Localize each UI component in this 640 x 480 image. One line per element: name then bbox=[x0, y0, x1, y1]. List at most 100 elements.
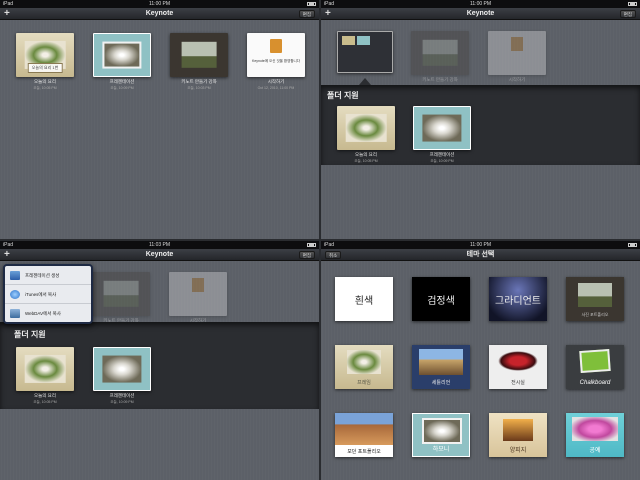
doc-date: 오늘, 10:05 PM bbox=[33, 86, 57, 90]
theme-label: 프레임 bbox=[357, 380, 371, 386]
theme-label: 하모니 bbox=[432, 447, 450, 453]
edit-button[interactable]: 편집 bbox=[298, 10, 315, 18]
theme-gradient[interactable]: 그라디언트 bbox=[489, 277, 547, 321]
tree-photo bbox=[103, 280, 139, 308]
doc-caption: 오늘의 요리 오늘, 10:05 PM bbox=[5, 393, 85, 405]
doc-inner-title: 오늘의 요리 1번 bbox=[27, 63, 63, 73]
doc-date: 오늘, 10:09 PM bbox=[430, 159, 454, 163]
doc-thumb-presentation[interactable] bbox=[93, 347, 151, 391]
theme-harmony[interactable]: 하모니 bbox=[412, 413, 470, 457]
doc-name: 시작하기 bbox=[508, 77, 526, 82]
status-bar: iPad 11:03 PM bbox=[0, 241, 319, 249]
pane-add-menu: iPad 11:03 PM + Keynote 편집 키노트 만들기 강좌 시작… bbox=[0, 241, 319, 480]
dandelion-photo bbox=[422, 418, 462, 444]
doc-thumb-cooking[interactable]: 오늘의 요리 1번 bbox=[16, 33, 74, 77]
edit-button[interactable]: 편집 bbox=[298, 251, 315, 259]
doc-caption: 키노트 만들기 강좌 bbox=[400, 77, 480, 83]
sunset-photo bbox=[503, 419, 533, 441]
battery-icon bbox=[307, 243, 316, 247]
doc-thumb-keynote-course[interactable] bbox=[92, 272, 150, 316]
menu-item-itunes-copy[interactable]: iTunes에서 복사 bbox=[5, 285, 91, 304]
dandelion-photo bbox=[422, 114, 462, 142]
doc-caption: 오늘의 요리 오늘, 10:05 PM bbox=[5, 79, 85, 91]
pane-folder-open: iPad 11:00 PM + Keynote 편집 키노트 만들기 강좌 시작… bbox=[321, 0, 640, 239]
colosseum-photo bbox=[335, 413, 393, 445]
theme-label: 흰색 bbox=[354, 295, 374, 307]
theme-label: 양피지 bbox=[509, 448, 527, 454]
tree-photo bbox=[181, 41, 217, 69]
pane-theme-chooser: iPad 11:00 PM 취소 테마 선택 흰색 검정색 그라디언트 사진 포… bbox=[321, 241, 640, 480]
motorcycle-photo bbox=[498, 351, 538, 371]
doc-name: 키노트 만들기 강좌 bbox=[422, 77, 458, 82]
doc-thumb-presentation[interactable] bbox=[93, 33, 151, 77]
folder-mini-thumb bbox=[357, 36, 370, 45]
status-clock: 11:00 PM bbox=[148, 1, 171, 7]
folder-panel: 폴더 지원 오늘의 요리 오늘, 10:05 PM 프레젠테이션 오늘, 10:… bbox=[0, 322, 319, 409]
menu-item-new-presentation[interactable]: 프레젠테이션 생성 bbox=[5, 266, 91, 285]
folder-stack[interactable] bbox=[337, 31, 393, 73]
status-bar: iPad 11:00 PM bbox=[321, 0, 640, 8]
pane-document-list: iPad 11:00 PM + Keynote 편집 오늘의 요리 1번 오늘의… bbox=[0, 0, 319, 239]
battery-icon bbox=[628, 2, 637, 6]
dandelion-photo bbox=[102, 41, 142, 69]
doc-date: 오늘, 10:03 PM bbox=[187, 86, 211, 90]
doc-thumb-getting-started[interactable] bbox=[488, 31, 546, 75]
theme-label: 세틀리언 bbox=[431, 380, 451, 386]
chalk-photo bbox=[579, 348, 611, 374]
navigation-bar: + Keynote 편집 bbox=[0, 249, 319, 261]
theme-craft[interactable]: 공예 bbox=[566, 413, 624, 457]
food-photo bbox=[347, 350, 381, 374]
theme-exhibition[interactable]: 전시실 bbox=[489, 345, 547, 389]
navigation-bar: + Keynote 편집 bbox=[0, 8, 319, 20]
theme-modern-portfolio[interactable]: 모던 포트폴리오 bbox=[335, 413, 393, 457]
theme-parchment[interactable]: 양피지 bbox=[489, 413, 547, 457]
theme-showroom[interactable]: 세틀리언 bbox=[412, 345, 470, 389]
doc-name: 시작하기 bbox=[267, 79, 285, 84]
menu-item-label: WebDAV에서 복사 bbox=[25, 311, 61, 316]
theme-label: 모던 포트폴리오 bbox=[347, 449, 381, 455]
food-photo bbox=[345, 113, 387, 143]
nav-title: Keynote bbox=[145, 10, 174, 17]
folder-panel: 폴더 지원 오늘의 요리 오늘, 10:05 PM 프레젠테이션 오늘, 10:… bbox=[321, 85, 640, 165]
menu-item-webdav-copy[interactable]: WebDAV에서 복사 bbox=[5, 304, 91, 323]
theme-chalkboard[interactable]: Chalkboard bbox=[566, 345, 624, 389]
theme-frame[interactable]: 프레임 bbox=[335, 345, 393, 389]
edit-button[interactable]: 편집 bbox=[619, 10, 636, 18]
theme-label: 검정색 bbox=[427, 295, 455, 307]
itunes-icon bbox=[10, 290, 20, 299]
doc-name: 프레젠테이션 bbox=[109, 393, 135, 398]
battery-icon bbox=[307, 2, 316, 6]
doc-name: 오늘의 요리 bbox=[34, 393, 56, 398]
theme-label: 전시실 bbox=[511, 380, 525, 386]
theme-white[interactable]: 흰색 bbox=[335, 277, 393, 321]
doc-date: 오늘, 10:09 PM bbox=[110, 400, 134, 404]
doc-date: 오늘, 10:05 PM bbox=[33, 400, 57, 404]
flower-photo bbox=[572, 417, 618, 441]
doc-thumb-getting-started[interactable] bbox=[169, 272, 227, 316]
new-presentation-icon bbox=[10, 271, 20, 280]
nav-title: Keynote bbox=[145, 251, 174, 258]
webdav-icon bbox=[10, 309, 20, 318]
doc-thumb-cooking[interactable] bbox=[337, 106, 395, 150]
food-photo bbox=[24, 354, 66, 384]
folder-name[interactable]: 폴더 지원 bbox=[327, 90, 359, 101]
status-bar: iPad 11:00 PM bbox=[321, 241, 640, 249]
doc-thumb-keynote-course[interactable] bbox=[170, 33, 228, 77]
doc-thumb-presentation[interactable] bbox=[413, 106, 471, 150]
doc-name: 키노트 만들기 강좌 bbox=[181, 79, 217, 84]
theme-label: 사진 포트폴리오 bbox=[581, 312, 609, 317]
theme-black[interactable]: 검정색 bbox=[412, 277, 470, 321]
doc-caption: 프레젠테이션 오늘, 10:09 PM bbox=[82, 79, 162, 91]
doc-caption: 시작하기 Oct 12, 2010, 11:00 PM bbox=[236, 79, 316, 91]
doc-thumb-keynote-course[interactable] bbox=[411, 31, 469, 75]
doc-caption: 프레젠테이션 오늘, 10:09 PM bbox=[402, 152, 482, 164]
doc-name: 프레젠테이션 bbox=[429, 152, 455, 157]
doc-thumb-cooking[interactable] bbox=[16, 347, 74, 391]
folder-name[interactable]: 폴더 지원 bbox=[14, 329, 46, 340]
status-clock: 11:00 PM bbox=[469, 242, 492, 248]
keynote-app-icon bbox=[192, 278, 204, 292]
doc-caption: 오늘의 요리 오늘, 10:05 PM bbox=[326, 152, 406, 164]
theme-photo-portfolio[interactable]: 사진 포트폴리오 bbox=[566, 277, 624, 321]
doc-thumb-getting-started[interactable]: Keynote에 오신 것을 환영합니다 bbox=[247, 33, 305, 77]
doc-caption: 시작하기 bbox=[477, 77, 557, 83]
